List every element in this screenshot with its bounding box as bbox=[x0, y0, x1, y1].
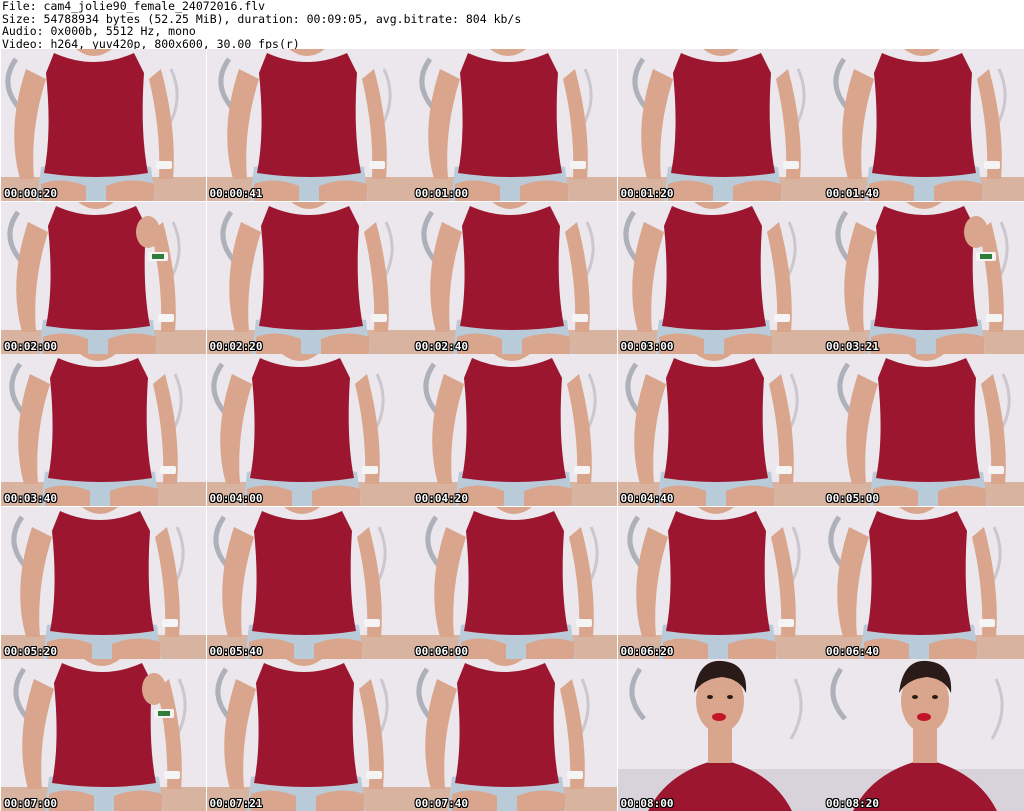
thumbnail-timestamp: 00:06:40 bbox=[826, 644, 879, 658]
video-thumbnail: 00:01:20 bbox=[617, 49, 823, 201]
video-thumbnail: 00:04:40 bbox=[617, 354, 823, 506]
thumbnail-timestamp: 00:07:21 bbox=[209, 797, 263, 810]
thumbnail-timestamp: 00:04:20 bbox=[415, 492, 468, 505]
thumbnail-frame-image bbox=[412, 49, 617, 201]
video-thumbnail: 00:08:00 bbox=[617, 659, 823, 811]
file-info-header: File: cam4_jolie90_female_24072016.flv S… bbox=[2, 0, 1022, 50]
thumbnail-frame-image bbox=[412, 354, 617, 506]
thumbnail-timestamp: 00:04:40 bbox=[620, 492, 674, 505]
thumbnail-timestamp: 00:02:00 bbox=[4, 339, 57, 353]
video-thumbnail: 00:07:21 bbox=[206, 659, 412, 811]
video-thumbnail: 00:00:41 bbox=[206, 49, 412, 201]
thumbnail-frame-image bbox=[617, 49, 823, 201]
thumbnail-timestamp: 00:01:20 bbox=[620, 187, 674, 200]
thumbnail-frame-image bbox=[206, 659, 412, 811]
video-thumbnail: 00:04:20 bbox=[412, 354, 617, 506]
thumbnail-frame-image bbox=[1, 354, 206, 506]
video-thumbnail: 00:06:40 bbox=[823, 506, 1024, 659]
thumbnail-timestamp: 00:05:40 bbox=[209, 644, 263, 658]
thumbnail-frame-image bbox=[823, 49, 1024, 201]
video-thumbnail: 00:02:40 bbox=[412, 201, 617, 354]
thumbnail-frame-image bbox=[206, 354, 412, 506]
thumbnail-timestamp: 00:01:00 bbox=[415, 187, 468, 200]
thumbnail-timestamp: 00:02:40 bbox=[415, 339, 468, 353]
thumbnail-timestamp: 00:03:21 bbox=[826, 339, 879, 353]
thumbnail-timestamp: 00:00:20 bbox=[4, 187, 57, 200]
thumbnail-timestamp: 00:05:00 bbox=[826, 492, 879, 505]
video-thumbnail: 00:08:20 bbox=[823, 659, 1024, 811]
video-thumbnail: 00:05:20 bbox=[1, 506, 206, 659]
audio-info-line: Audio: 0x000b, 5512 Hz, mono bbox=[2, 24, 196, 38]
thumbnail-frame-image bbox=[206, 49, 412, 201]
video-thumbnail: 00:06:00 bbox=[412, 506, 617, 659]
thumbnail-timestamp: 00:03:00 bbox=[620, 339, 674, 353]
video-thumbnail: 00:07:00 bbox=[1, 659, 206, 811]
thumbnail-timestamp: 00:08:20 bbox=[826, 797, 879, 810]
video-thumbnail: 00:03:40 bbox=[1, 354, 206, 506]
thumbnail-timestamp: 00:02:20 bbox=[209, 339, 263, 353]
thumbnail-frame-image bbox=[823, 506, 1024, 659]
video-thumbnail: 00:02:00 bbox=[1, 201, 206, 354]
thumbnail-frame-image bbox=[823, 659, 1024, 811]
thumbnail-frame-image bbox=[412, 201, 617, 354]
thumbnail-timestamp: 00:04:00 bbox=[209, 492, 263, 505]
video-thumbnail: 00:05:00 bbox=[823, 354, 1024, 506]
thumbnail-frame-image bbox=[617, 659, 823, 811]
thumbnail-frame-image bbox=[1, 49, 206, 201]
video-thumbnail: 00:05:40 bbox=[206, 506, 412, 659]
video-thumbnail: 00:03:21 bbox=[823, 201, 1024, 354]
video-thumbnail: 00:02:20 bbox=[206, 201, 412, 354]
thumbnail-frame-image bbox=[412, 659, 617, 811]
thumbnail-frame-image bbox=[1, 506, 206, 659]
video-thumbnail: 00:03:00 bbox=[617, 201, 823, 354]
thumbnail-timestamp: 00:00:41 bbox=[209, 187, 263, 200]
thumbnail-frame-image bbox=[206, 506, 412, 659]
video-thumbnail: 00:06:20 bbox=[617, 506, 823, 659]
thumbnail-frame-image bbox=[617, 354, 823, 506]
thumbnail-timestamp: 00:06:20 bbox=[620, 644, 674, 658]
thumbnail-timestamp: 00:07:40 bbox=[415, 797, 468, 810]
video-thumbnail: 00:04:00 bbox=[206, 354, 412, 506]
thumbnail-timestamp: 00:03:40 bbox=[4, 492, 57, 505]
video-thumbnail: 00:00:20 bbox=[1, 49, 206, 201]
thumbnail-frame-image bbox=[617, 506, 823, 659]
thumbnail-grid: 00:00:20 00:00:41 00:01:00 00:01:20 00:01:40… bbox=[0, 49, 1024, 811]
thumbnail-timestamp: 00:05:20 bbox=[4, 644, 57, 658]
thumbnail-frame-image bbox=[823, 201, 1024, 354]
file-name-line: File: cam4_jolie90_female_24072016.flv bbox=[2, 0, 266, 13]
thumbnail-frame-image bbox=[1, 659, 206, 811]
thumbnail-frame-image bbox=[823, 354, 1024, 506]
video-thumbnail: 00:01:00 bbox=[412, 49, 617, 201]
thumbnail-timestamp: 00:01:40 bbox=[826, 187, 879, 200]
video-thumbnail: 00:01:40 bbox=[823, 49, 1024, 201]
thumbnail-frame-image bbox=[617, 201, 823, 354]
thumbnail-frame-image bbox=[1, 201, 206, 354]
video-thumbnail: 00:07:40 bbox=[412, 659, 617, 811]
thumbnail-frame-image bbox=[206, 201, 412, 354]
thumbnail-timestamp: 00:08:00 bbox=[620, 797, 674, 810]
thumbnail-timestamp: 00:07:00 bbox=[4, 797, 57, 810]
thumbnail-timestamp: 00:06:00 bbox=[415, 644, 468, 658]
thumbnail-frame-image bbox=[412, 506, 617, 659]
